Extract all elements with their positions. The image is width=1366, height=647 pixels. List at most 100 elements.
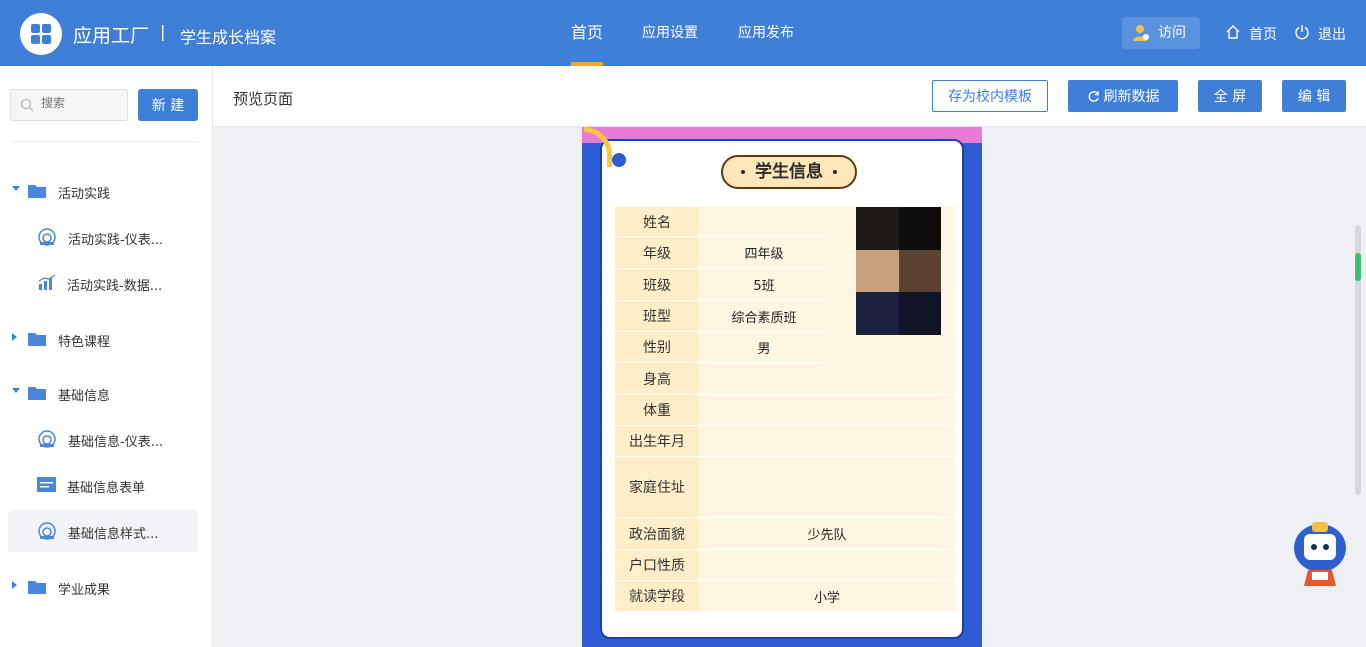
info-key: 姓名 bbox=[615, 207, 699, 237]
preview-canvas[interactable]: 学生信息 姓名 年级 四年级 班级 5班 班型 综合素质班 性别 男 身高 体重… bbox=[213, 127, 1366, 647]
student-card-frame: 学生信息 姓名 年级 四年级 班级 5班 班型 综合素质班 性别 男 身高 体重… bbox=[582, 127, 982, 647]
photo-tile bbox=[856, 249, 899, 293]
tree-item-basic-form[interactable]: 基础信息表单 bbox=[8, 464, 198, 506]
info-value: 男 bbox=[699, 332, 829, 363]
caret-down-icon[interactable] bbox=[12, 388, 20, 393]
photo-tile bbox=[898, 249, 941, 293]
app-subtitle: 学生成长档案 bbox=[180, 28, 277, 47]
info-value: 少先队 bbox=[699, 518, 955, 550]
folder-icon bbox=[28, 387, 46, 400]
info-row-gender: 性别 男 bbox=[615, 332, 955, 363]
info-value bbox=[699, 207, 829, 237]
info-row-hukou: 户口性质 bbox=[615, 550, 955, 581]
info-key: 出生年月 bbox=[615, 426, 699, 457]
photo-tile bbox=[856, 207, 899, 250]
search-box[interactable] bbox=[10, 89, 128, 121]
photo-tile bbox=[898, 292, 941, 336]
info-row-weight: 体重 bbox=[615, 395, 955, 426]
student-card: 学生信息 姓名 年级 四年级 班级 5班 班型 综合素质班 性别 男 身高 体重… bbox=[600, 139, 964, 639]
info-key: 身高 bbox=[615, 363, 699, 395]
tree-folder-academic[interactable]: 学业成果 bbox=[8, 566, 198, 608]
visit-button[interactable]: 访问 bbox=[1122, 17, 1200, 49]
home-label: 首页 bbox=[1249, 27, 1277, 43]
page-scrollbar[interactable] bbox=[1355, 225, 1361, 495]
top-header: 应用工厂 | 学生成长档案 首页 应用设置 应用发布 访问 首页 退出 bbox=[0, 0, 1366, 66]
info-value bbox=[699, 550, 955, 581]
refresh-icon bbox=[1088, 91, 1099, 102]
tree-folder-featured-course[interactable]: 特色课程 bbox=[8, 318, 198, 360]
info-key: 班级 bbox=[615, 269, 699, 301]
decoration-dot bbox=[612, 153, 626, 167]
info-key: 班型 bbox=[615, 301, 699, 332]
bar-chart-icon bbox=[38, 274, 56, 290]
caret-down-icon[interactable] bbox=[12, 186, 20, 191]
info-key: 年级 bbox=[615, 237, 699, 269]
new-button[interactable]: 新 建 bbox=[138, 89, 198, 121]
info-value: 四年级 bbox=[699, 237, 829, 269]
form-icon bbox=[37, 477, 56, 492]
info-row-school-stage: 就读学段 小学 bbox=[615, 581, 955, 612]
photo-tile bbox=[898, 207, 941, 250]
card-title: 学生信息 bbox=[721, 155, 857, 189]
info-row-address: 家庭住址 bbox=[615, 457, 955, 518]
search-icon bbox=[20, 98, 34, 112]
info-value: 小学 bbox=[699, 581, 955, 612]
tree-item-label: 基础信息样式... bbox=[68, 527, 159, 542]
caret-right-icon[interactable] bbox=[12, 581, 17, 589]
tree-item-label: 特色课程 bbox=[58, 335, 111, 350]
info-row-political: 政治面貌 少先队 bbox=[615, 518, 955, 550]
save-template-button[interactable]: 存为校内模板 bbox=[932, 80, 1048, 112]
title-separator: | bbox=[160, 22, 166, 41]
photo-tile bbox=[856, 292, 899, 336]
power-icon bbox=[1295, 25, 1309, 40]
folder-icon bbox=[28, 581, 46, 594]
tree-item-label: 基础信息-仪表... bbox=[68, 435, 164, 450]
tree-folder-activity[interactable]: 活动实践 bbox=[8, 170, 198, 212]
search-input[interactable] bbox=[41, 96, 121, 110]
app-name: 应用工厂 bbox=[73, 25, 150, 47]
tree-item-label: 基础信息 bbox=[58, 389, 111, 404]
refresh-label: 刷新数据 bbox=[1103, 89, 1160, 105]
fullscreen-button[interactable]: 全 屏 bbox=[1198, 80, 1262, 112]
student-photo bbox=[856, 207, 941, 336]
tree-item-label: 活动实践 bbox=[58, 187, 111, 202]
tree-folder-basic-info[interactable]: 基础信息 bbox=[8, 372, 198, 414]
user-visit-icon bbox=[1133, 25, 1149, 41]
preview-toolbar: 预览页面 存为校内模板 刷新数据 全 屏 编 辑 bbox=[213, 66, 1366, 127]
caret-right-icon[interactable] bbox=[12, 333, 17, 341]
card-title-text: 学生信息 bbox=[755, 162, 823, 182]
info-row-height: 身高 bbox=[615, 363, 955, 395]
dashboard-icon bbox=[38, 228, 56, 246]
tree-item-basic-dashboard[interactable]: 基础信息-仪表... bbox=[8, 418, 198, 460]
home-icon bbox=[1226, 25, 1240, 39]
refresh-data-button[interactable]: 刷新数据 bbox=[1068, 80, 1178, 112]
logout-label: 退出 bbox=[1318, 27, 1346, 43]
scrollbar-thumb[interactable] bbox=[1355, 253, 1361, 281]
home-link[interactable]: 首页 bbox=[1226, 24, 1277, 44]
info-value: 5班 bbox=[699, 269, 829, 301]
sidebar-divider bbox=[12, 141, 198, 142]
visit-label: 访问 bbox=[1158, 25, 1186, 41]
tree-item-activity-data[interactable]: 活动实践-数据... bbox=[8, 262, 198, 304]
info-value bbox=[699, 426, 955, 457]
app-logo-icon[interactable] bbox=[20, 13, 62, 55]
tree-item-activity-dashboard[interactable]: 活动实践-仪表... bbox=[8, 216, 198, 258]
sidebar: 新 建 活动实践 活动实践-仪表... 活动实践-数据... 特色课程 基础信息 bbox=[0, 66, 213, 647]
logout-link[interactable]: 退出 bbox=[1295, 24, 1346, 44]
page-title: 预览页面 bbox=[233, 90, 294, 108]
tree-item-label: 基础信息表单 bbox=[67, 481, 146, 496]
nav-app-settings[interactable]: 应用设置 bbox=[642, 0, 698, 66]
info-key: 政治面貌 bbox=[615, 518, 699, 550]
nav-app-publish[interactable]: 应用发布 bbox=[738, 0, 794, 66]
info-value bbox=[699, 363, 955, 395]
tree-item-label: 活动实践-数据... bbox=[67, 279, 163, 294]
info-value bbox=[699, 457, 955, 518]
tree-item-basic-style[interactable]: 基础信息样式... bbox=[8, 510, 198, 552]
edit-button[interactable]: 编 辑 bbox=[1282, 80, 1346, 112]
info-key: 户口性质 bbox=[615, 550, 699, 581]
nav-home[interactable]: 首页 bbox=[571, 0, 603, 66]
info-key: 体重 bbox=[615, 395, 699, 426]
info-value bbox=[699, 395, 955, 426]
assistant-mascot-icon[interactable] bbox=[1290, 520, 1352, 592]
dashboard-icon bbox=[38, 430, 56, 448]
